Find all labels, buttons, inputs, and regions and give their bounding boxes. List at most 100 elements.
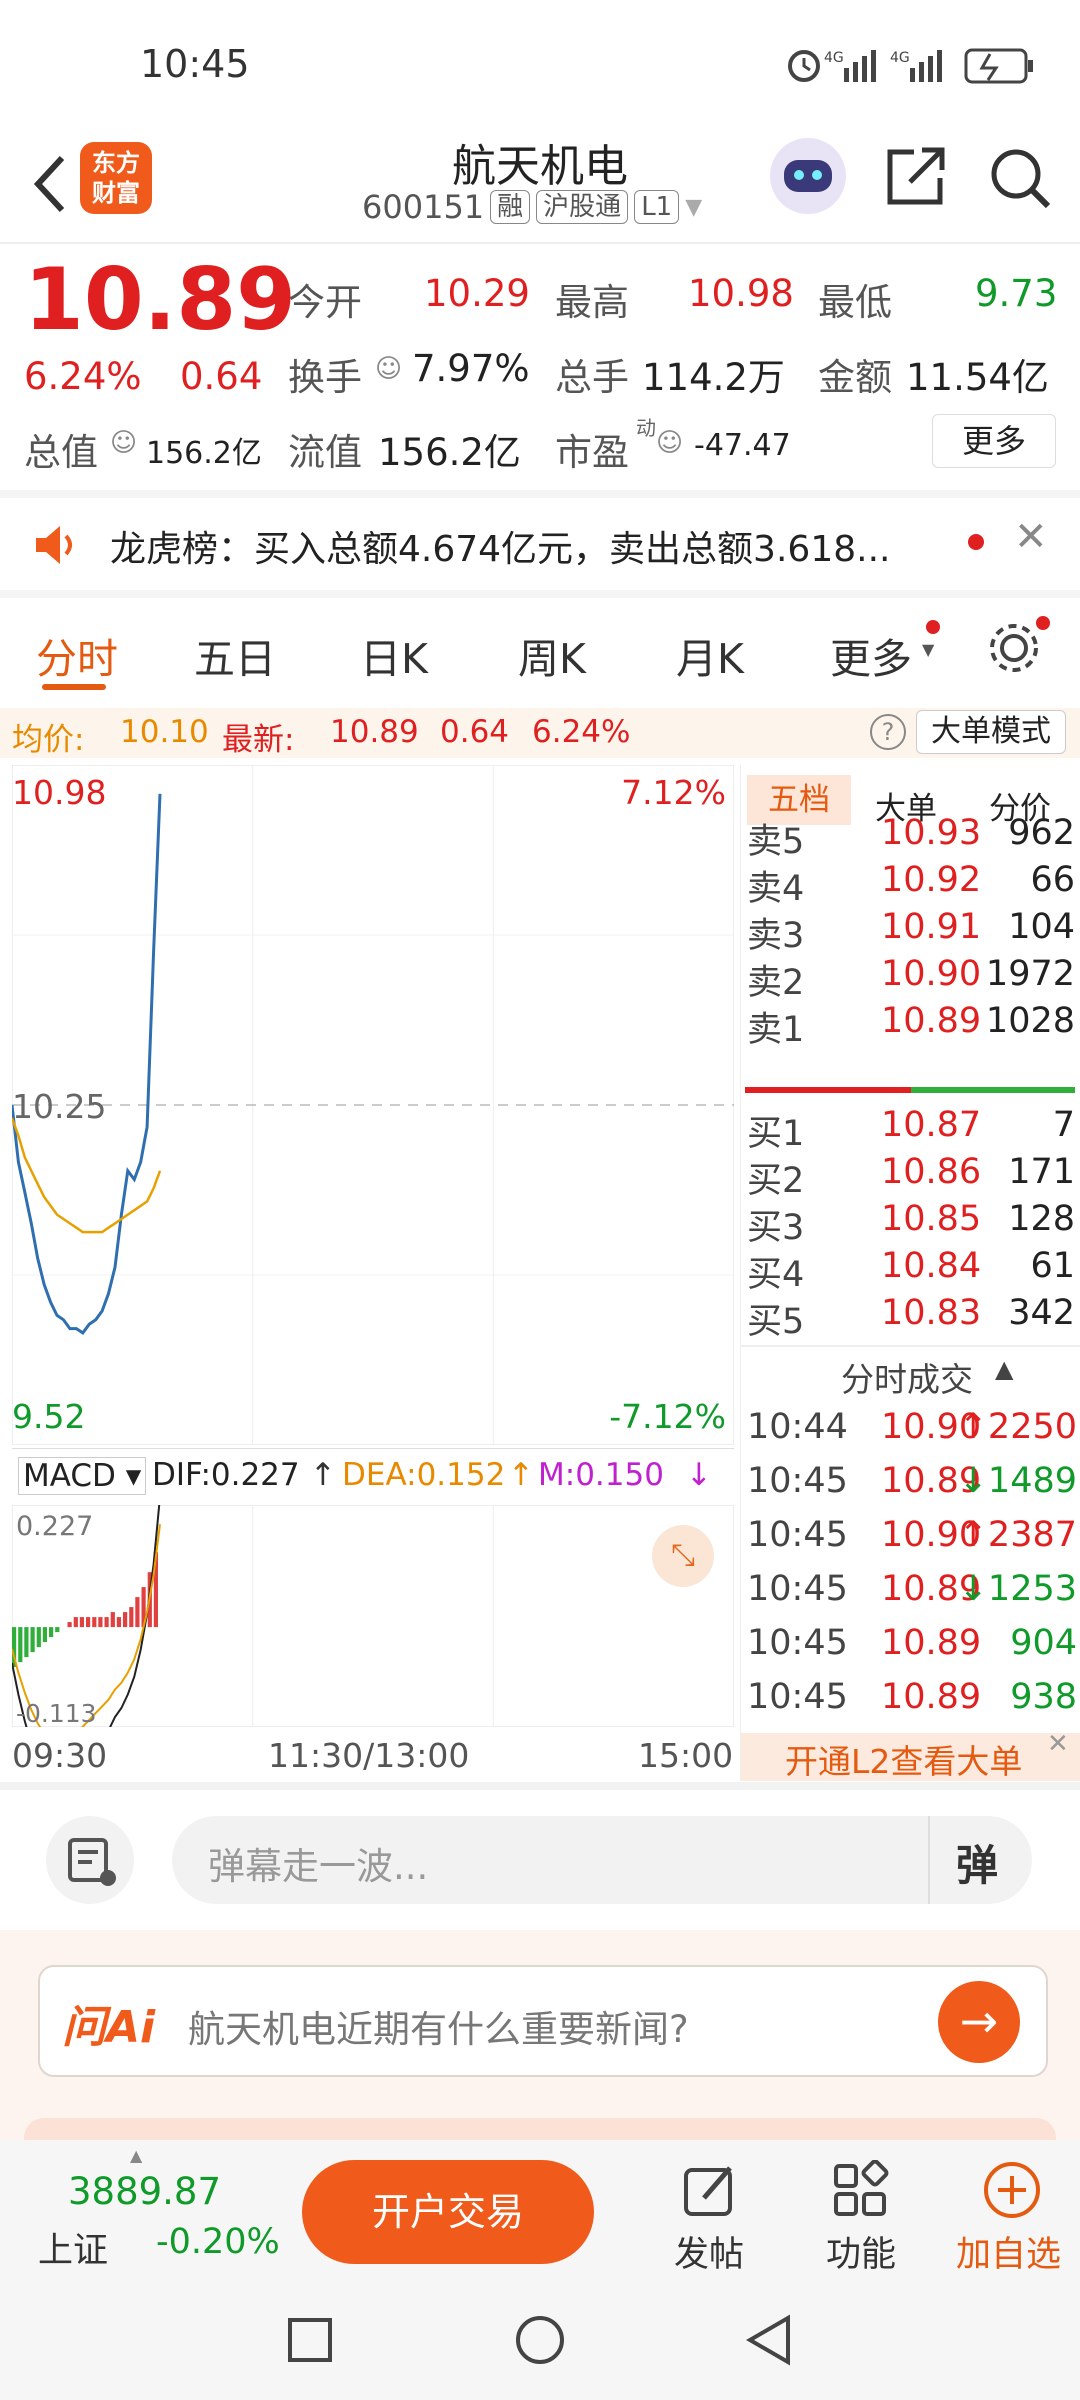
macd-bar — [24, 1627, 29, 1658]
x-axis: 09:30 11:30/13:00 15:00 — [12, 1730, 734, 1782]
tab-weekly-k[interactable]: 周K — [518, 625, 586, 685]
macd-bar — [129, 1607, 134, 1628]
add-watchlist-icon[interactable] — [980, 2158, 1044, 2222]
macd-bar — [123, 1612, 128, 1628]
macd-bottom-label: -0.113 — [16, 1699, 97, 1728]
unread-dot — [1036, 616, 1050, 630]
info-icon[interactable]: ☺ — [656, 428, 683, 458]
chevron-up-icon[interactable]: ▲ — [995, 1355, 1013, 1383]
low-value: 9.73 — [975, 272, 1058, 315]
high-label: 最高 — [555, 281, 629, 324]
tab-5day[interactable]: 五日 — [194, 625, 276, 685]
pe-label: 市盈 — [555, 431, 629, 474]
pct-top-label: 7.12% — [621, 773, 726, 812]
post-label[interactable]: 发帖 — [674, 2226, 744, 2277]
y-top-label: 10.98 — [12, 773, 107, 812]
macd-chart[interactable]: 0.227 -0.113 ⤡ — [12, 1505, 734, 1728]
tab-more[interactable]: 更多 — [830, 625, 912, 685]
ask-price: 10.89 — [881, 1001, 982, 1041]
assistant-robot-icon[interactable] — [770, 138, 846, 214]
more-button[interactable]: 更多 — [932, 414, 1056, 468]
pe-sup: 动 — [636, 416, 656, 440]
function-grid-icon[interactable] — [830, 2160, 890, 2220]
settings-gear-icon[interactable] — [984, 618, 1044, 678]
macd-bar — [135, 1597, 140, 1628]
high-value: 10.98 — [688, 272, 794, 315]
ask-volume: 962 — [1008, 813, 1075, 853]
y-mid-label: 10.25 — [12, 1087, 107, 1126]
trade-time: 10:45 — [747, 1677, 848, 1717]
divider — [0, 1782, 1080, 1790]
trade-volume: ↑2250 — [958, 1407, 1077, 1447]
signal1: 4G — [824, 50, 844, 66]
status-bar: 10:45 4G 4G — [0, 0, 1080, 130]
nav-back-icon[interactable] — [744, 2314, 796, 2366]
help-icon[interactable]: ? — [870, 714, 906, 750]
tag-margin: 融 — [490, 190, 531, 224]
ask-volume: 1028 — [985, 1001, 1075, 1041]
arrow-right-icon[interactable]: → — [938, 1981, 1020, 2063]
danmu-input[interactable]: 弹幕走一波... 弹 — [172, 1816, 1032, 1904]
index-pct: -0.20% — [156, 2222, 280, 2262]
next-card-edge — [24, 2118, 1056, 2140]
edit-post-icon[interactable] — [680, 2160, 740, 2220]
tab-monthly-k[interactable]: 月K — [676, 625, 744, 685]
close-icon[interactable]: ✕ — [1047, 1729, 1069, 1759]
tab-daily-k[interactable]: 日K — [360, 625, 428, 685]
bottom-bar: ▲ 3889.87 上证 -0.20% 开户交易 发帖 功能 加自选 — [0, 2140, 1080, 2280]
ask-price: 10.90 — [881, 954, 982, 994]
function-label[interactable]: 功能 — [826, 2226, 896, 2277]
trades-title: 分时成交 — [841, 1360, 973, 1399]
open-account-trade-button[interactable]: 开户交易 — [302, 2160, 594, 2264]
bid-volume: 61 — [1030, 1246, 1075, 1286]
trade-volume: 904 — [1010, 1623, 1077, 1663]
info-icon[interactable]: ☺ — [375, 354, 402, 384]
bid-label: 买4 — [747, 1255, 805, 1295]
chat-list-icon[interactable] — [46, 1816, 134, 1904]
arrow-up-icon: ↑ — [310, 1457, 336, 1493]
home-icon[interactable] — [514, 2314, 566, 2366]
turnover-label: 换手 — [288, 356, 362, 399]
m-label: M:0.150 — [538, 1457, 664, 1493]
trade-volume: 938 — [1010, 1677, 1077, 1717]
recent-apps-icon[interactable] — [286, 2316, 334, 2364]
bid-price: 10.86 — [881, 1152, 982, 1192]
bid-label: 买5 — [747, 1302, 805, 1342]
ai-question: 航天机电近期有什么重要新闻? — [188, 2008, 689, 2051]
bid-price: 10.83 — [881, 1293, 982, 1333]
expand-icon[interactable]: ⤡ — [652, 1525, 714, 1587]
big-order-mode-button[interactable]: 大单模式 — [916, 710, 1066, 754]
stock-code-row: 600151 融 沪股通 L1 ▼ — [362, 188, 702, 226]
intraday-chart[interactable]: 10.98 10.25 9.52 7.12% -7.12% — [12, 765, 734, 1445]
chevron-down-icon[interactable]: ▼ — [685, 195, 702, 220]
macd-bar — [104, 1617, 109, 1628]
macd-bar — [98, 1617, 103, 1628]
avg-value: 10.10 — [120, 714, 209, 750]
ask-label: 卖4 — [747, 869, 805, 909]
chevron-up-icon[interactable]: ▲ — [130, 2146, 142, 2165]
price-chart-svg — [12, 765, 734, 1445]
divider — [0, 590, 1080, 598]
share-icon[interactable] — [884, 144, 948, 208]
notice-bar[interactable]: 龙虎榜：买入总额4.674亿元，卖出总额3.618... ✕ — [0, 490, 1080, 598]
danmu-toggle-button[interactable]: 弹 — [956, 1832, 998, 1893]
bid-volume: 7 — [1052, 1105, 1075, 1145]
tab-intraday[interactable]: 分时 — [36, 625, 118, 685]
macd-header: MACD ▾ DIF:0.227 ↑ DEA:0.152 ↑ M:0.150 ↓ — [12, 1448, 734, 1503]
l2-banner[interactable]: 开通L2查看大单 ✕ — [741, 1729, 1080, 1781]
macd-bar — [30, 1627, 35, 1653]
search-icon[interactable] — [986, 144, 1056, 214]
index-value[interactable]: 3889.87 — [68, 2170, 221, 2213]
info-icon[interactable]: ☺ — [110, 428, 137, 458]
pct-bottom-label: -7.12% — [609, 1397, 726, 1436]
ask-price: 10.91 — [881, 907, 982, 947]
add-watchlist-label[interactable]: 加自选 — [956, 2226, 1061, 2277]
amount-value: 11.54亿 — [906, 356, 1049, 399]
bid-price: 10.84 — [881, 1246, 982, 1286]
ask-price: 10.93 — [881, 813, 982, 853]
bid-price: 10.85 — [881, 1199, 982, 1239]
macd-selector[interactable]: MACD ▾ — [18, 1457, 147, 1495]
close-icon[interactable]: ✕ — [1014, 514, 1048, 560]
ai-question-box[interactable]: 问Ai 航天机电近期有什么重要新闻? → — [38, 1965, 1048, 2077]
macd-bar — [42, 1627, 47, 1643]
